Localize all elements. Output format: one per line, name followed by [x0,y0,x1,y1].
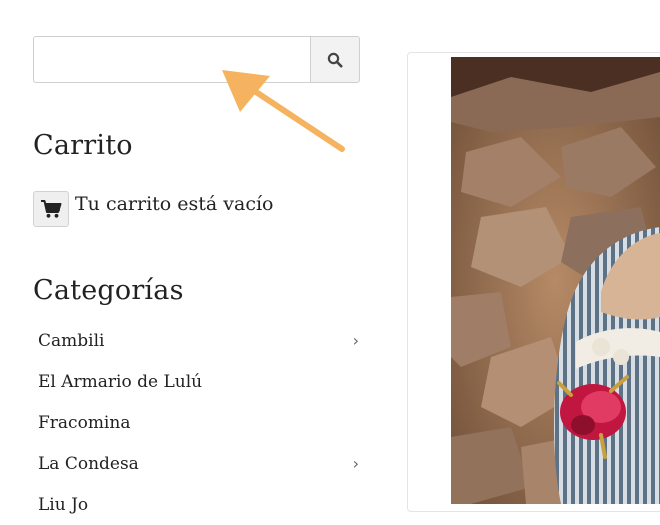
category-label: Liu Jo [38,494,89,515]
cart-heading: Carrito [33,130,133,161]
category-item-la-condesa[interactable]: La Condesa › [33,443,363,484]
search-bar [33,36,360,83]
chevron-right-icon[interactable]: › [353,454,359,473]
category-item-fracomina[interactable]: Fracomina [33,402,363,443]
cart-empty-text: Tu carrito está vacío [75,193,274,215]
category-item-cambili[interactable]: Cambili › [33,320,363,361]
category-list: Cambili › El Armario de Lulú Fracomina L… [33,320,363,525]
search-input[interactable] [33,36,311,83]
search-button[interactable] [310,36,360,83]
category-item-liu-jo[interactable]: Liu Jo [33,484,363,525]
cart-button[interactable] [33,191,69,227]
product-image[interactable] [451,57,660,504]
category-label: Cambili [38,330,105,351]
category-label: La Condesa [38,453,139,474]
category-label: El Armario de Lulú [38,371,203,392]
category-label: Fracomina [38,412,131,433]
chevron-right-icon[interactable]: › [353,331,359,350]
categories-heading: Categorías [33,275,184,306]
category-item-el-armario-de-lulu[interactable]: El Armario de Lulú [33,361,363,402]
cart-icon [41,200,62,218]
cart-summary: Tu carrito está vacío [33,191,274,227]
search-icon [327,52,343,67]
